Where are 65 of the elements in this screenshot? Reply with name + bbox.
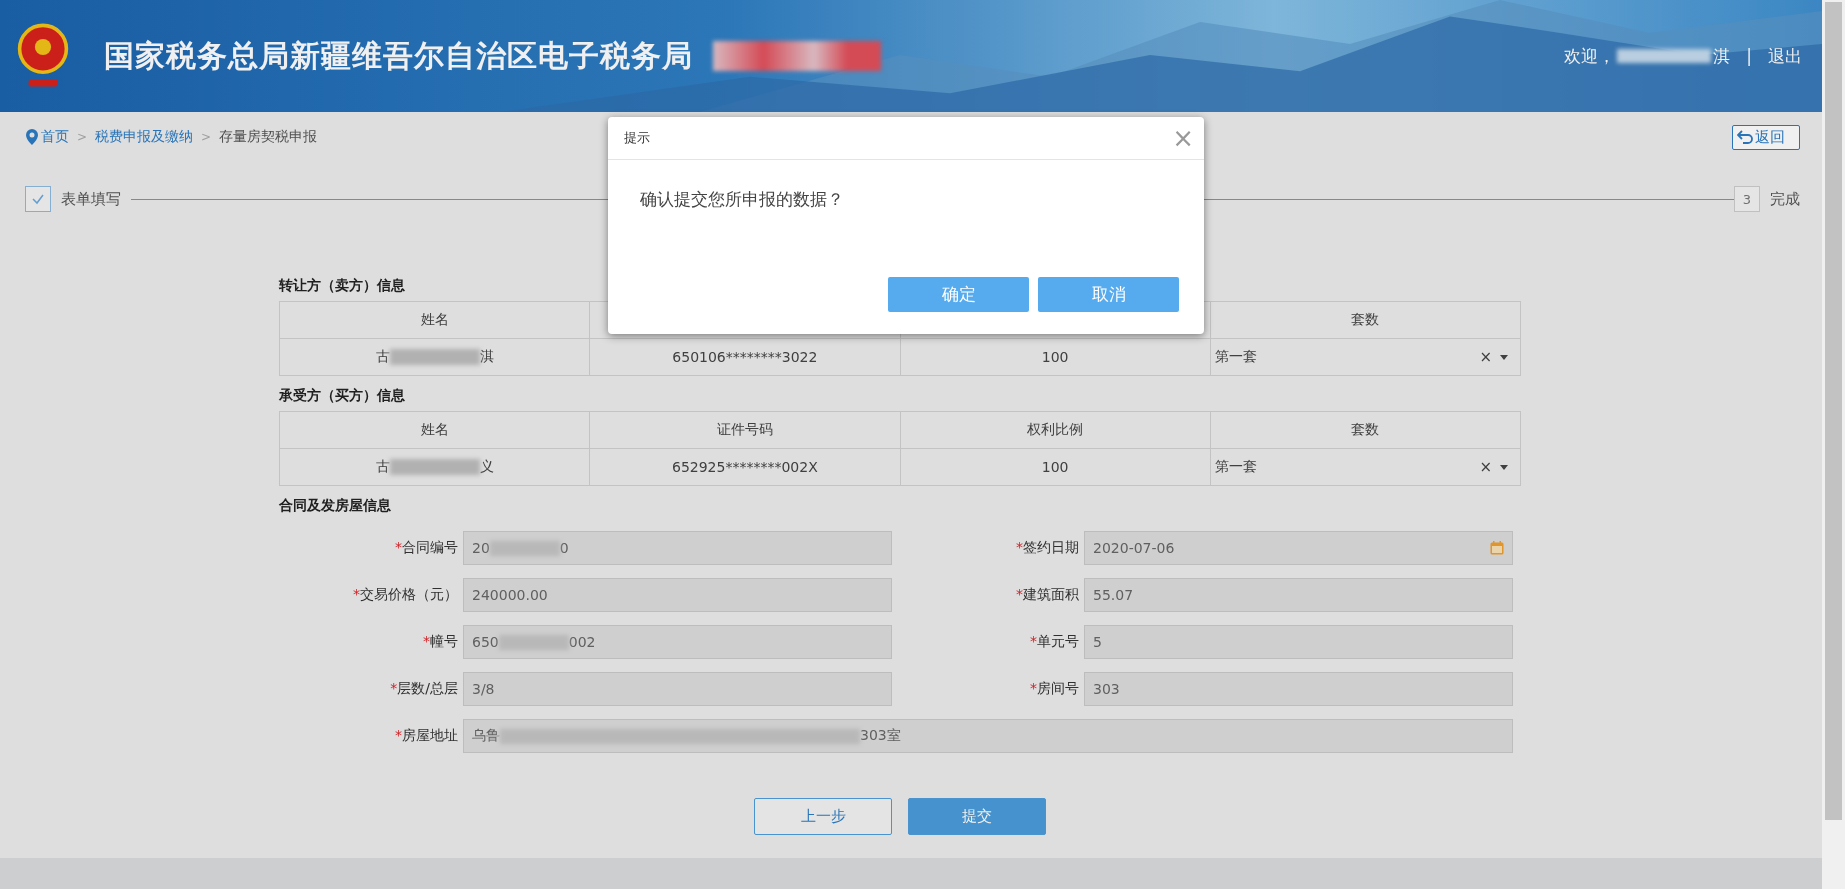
column-header: 权利比例 (900, 411, 1211, 449)
input-field[interactable]: 5 (1084, 625, 1513, 659)
dialog-message: 确认提交您所申报的数据？ (639, 188, 845, 211)
table-cell: 650106********3022 (589, 338, 900, 376)
table-cell: 古 淇 (279, 338, 590, 376)
logout-link[interactable]: 退出 (1768, 44, 1802, 68)
column-header: 套数 (1210, 301, 1521, 339)
input-field[interactable]: 55.07 (1084, 578, 1513, 612)
field-label: *签约日期 (1015, 539, 1080, 557)
field-label: *建筑面积 (1015, 586, 1080, 604)
table-cell: 100 (900, 338, 1211, 376)
input-field[interactable]: 650 002 (463, 625, 892, 659)
cancel-button[interactable]: 取消 (1038, 277, 1179, 312)
back-button[interactable]: 返回 (1732, 124, 1800, 150)
breadcrumb-separator: > (201, 130, 212, 144)
input-field[interactable]: 303 (1084, 672, 1513, 706)
dialog-title: 提示 (624, 129, 650, 147)
field-label: *层数/总层 (389, 680, 459, 698)
clear-icon[interactable]: × (1479, 348, 1492, 366)
column-header: 姓名 (279, 411, 590, 449)
column-header: 套数 (1210, 411, 1521, 449)
step-number: 3 (1734, 186, 1760, 212)
previous-button[interactable]: 上一步 (754, 798, 892, 835)
clear-icon[interactable]: × (1479, 458, 1492, 476)
set-select[interactable]: 第一套 × (1210, 449, 1520, 485)
section-title: 转让方（卖方）信息 (279, 277, 405, 295)
input-field[interactable]: 240000.00 (463, 578, 892, 612)
field-label: *合同编号 (394, 539, 459, 557)
scrollbar-thumb[interactable] (1825, 2, 1842, 820)
column-header: 姓名 (279, 301, 590, 339)
input-field[interactable]: 2020-07-06 (1084, 531, 1513, 565)
separator: | (1746, 46, 1752, 66)
input-field[interactable]: 3/8 (463, 672, 892, 706)
input-field[interactable]: 20 0 (463, 531, 892, 565)
breadcrumb-link[interactable]: 税费申报及缴纳 (95, 128, 194, 146)
breadcrumb-separator: > (77, 130, 88, 144)
confirm-button[interactable]: 确定 (888, 277, 1029, 312)
welcome-text: 欢迎， (1564, 44, 1616, 68)
return-arrow-icon (1737, 130, 1753, 144)
field-label: *交易价格（元） (352, 586, 459, 604)
field-label: *房屋地址 (394, 727, 459, 745)
field-label: *单元号 (1029, 633, 1080, 651)
section-title: 承受方（买方）信息 (279, 387, 405, 405)
breadcrumb-current: 存量房契税申报 (219, 128, 318, 146)
table-cell: 100 (900, 448, 1211, 486)
location-pin-icon (26, 129, 38, 145)
scrollbar[interactable] (1822, 0, 1845, 889)
breadcrumb-link[interactable]: 首页 (41, 128, 69, 146)
table-cell: 652925********002X (589, 448, 900, 486)
field-label: *幢号 (422, 633, 459, 651)
caret-icon (1500, 354, 1508, 360)
field-label: *房间号 (1029, 680, 1080, 698)
table-cell: 古 义 (279, 448, 590, 486)
caret-icon (1500, 464, 1508, 470)
section-title: 合同及发房屋信息 (279, 497, 391, 515)
user-name: 淇 (1713, 44, 1731, 68)
step-label: 表单填写 (61, 189, 121, 209)
step-label: 完成 (1770, 189, 1800, 209)
calendar-icon[interactable] (1490, 541, 1504, 555)
set-select[interactable]: 第一套 × (1210, 339, 1520, 375)
input-field[interactable]: 乌鲁 303室 (463, 719, 1513, 753)
site-title: 国家税务总局新疆维吾尔自治区电子税务局 (104, 36, 693, 75)
close-button[interactable]: × (1168, 125, 1198, 151)
column-header: 证件号码 (589, 411, 900, 449)
submit-button[interactable]: 提交 (908, 798, 1046, 835)
